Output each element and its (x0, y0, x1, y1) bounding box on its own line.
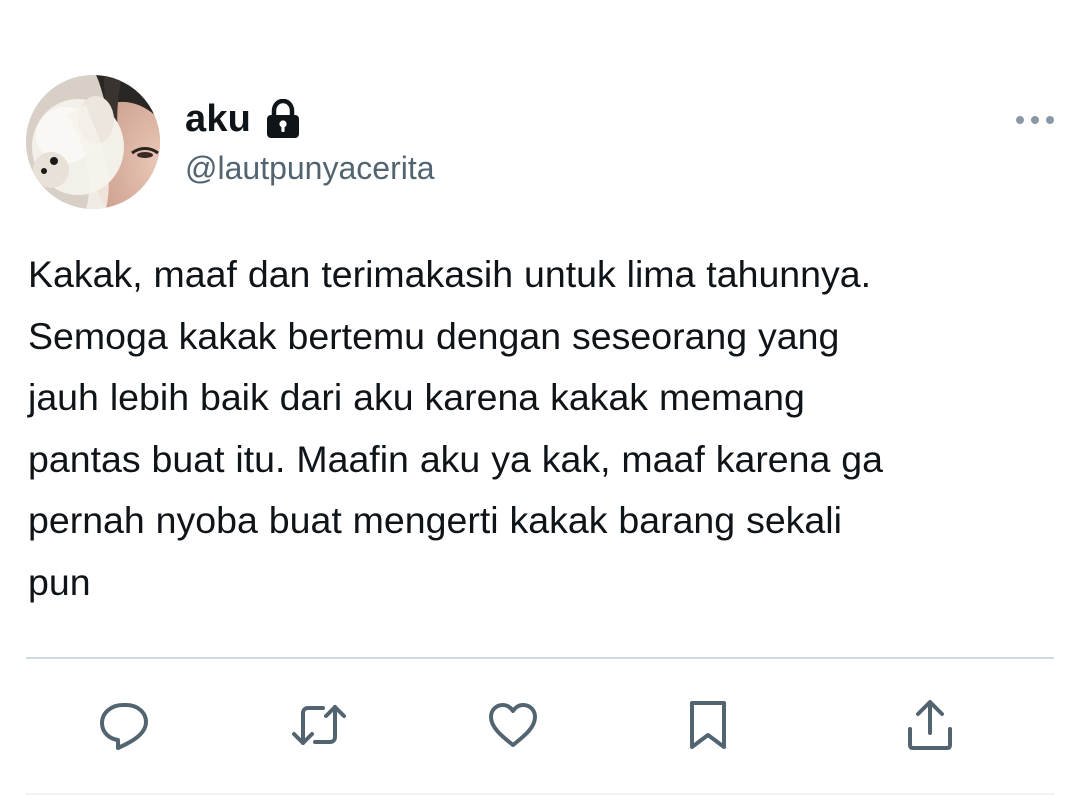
more-icon (1016, 116, 1054, 124)
share-button[interactable] (895, 690, 965, 760)
more-options-button[interactable] (1010, 103, 1060, 137)
lock-icon (265, 99, 301, 139)
retweet-button[interactable] (284, 690, 354, 760)
divider (26, 657, 1054, 659)
tweet-actions (0, 690, 1080, 760)
share-icon (908, 700, 952, 750)
retweet-icon (292, 705, 346, 745)
author-name-row: aku (185, 96, 301, 142)
bookmark-icon (690, 701, 726, 749)
like-icon (489, 703, 537, 747)
reply-icon (100, 703, 148, 750)
display-name[interactable]: aku (185, 96, 251, 142)
tweet-text: Kakak, maaf dan terimakasih untuk lima t… (28, 253, 884, 603)
avatar[interactable] (26, 75, 160, 209)
avatar-photo (26, 75, 160, 209)
like-button[interactable] (478, 690, 548, 760)
author-handle[interactable]: @lautpunyacerita (185, 148, 435, 188)
reply-button[interactable] (89, 690, 159, 760)
bookmark-button[interactable] (673, 690, 743, 760)
